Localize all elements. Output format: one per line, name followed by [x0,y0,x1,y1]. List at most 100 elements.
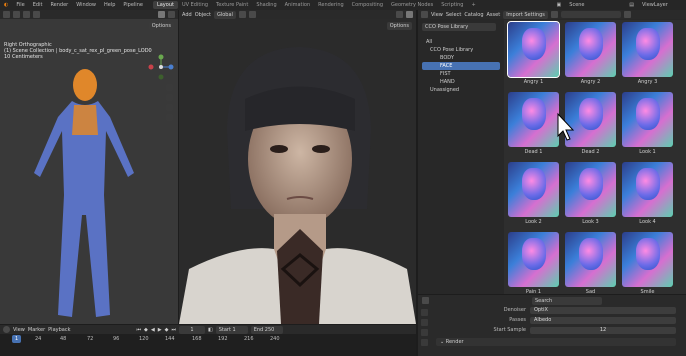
zoom-icon[interactable] [166,84,173,91]
jump-end-icon[interactable]: ⏭ [171,327,176,333]
grid-icon[interactable] [166,114,173,121]
transform-orientation-dropdown[interactable]: Global [213,10,236,19]
tab-rendering[interactable]: Rendering [314,1,348,9]
pose-preview-image [622,92,673,147]
left-viewport[interactable]: Options Right Orthographic (1) Scene Col… [0,10,178,324]
tab-animation[interactable]: Animation [281,1,315,9]
menu-window[interactable]: Window [72,2,100,8]
tree-item-unassigned[interactable]: Unassigned [422,86,500,94]
select-box-icon[interactable] [13,11,20,18]
tab-geometry-nodes[interactable]: Geometry Nodes [387,1,437,9]
asset-thumbnail[interactable]: Dead 1 [508,92,559,159]
output-tab-icon[interactable] [421,319,428,326]
object-menu[interactable]: Object [195,12,211,18]
view-menu[interactable]: View [431,12,443,18]
tree-item-library[interactable]: CCO Pose Library [422,46,500,54]
filter-icon[interactable] [623,11,631,18]
asset-thumbnail[interactable]: Angry 1 [507,21,560,89]
catalog-menu[interactable]: Catalog [464,12,483,18]
tree-item-body[interactable]: BODY [422,54,500,62]
asset-thumbnail[interactable]: Sad [565,232,616,299]
snap-icon[interactable] [248,11,256,18]
overlay-icon[interactable] [33,11,40,18]
asset-thumbnail[interactable]: Look 2 [508,162,559,229]
refresh-icon[interactable] [550,11,558,18]
asset-thumbnail[interactable]: Look 1 [622,92,673,159]
asset-thumbnail[interactable]: Angry 2 [565,22,616,89]
asset-label: Look 4 [639,219,656,225]
camera-icon: ◧ [207,326,213,333]
asset-label: Angry 2 [580,79,601,85]
asset-thumbnail[interactable]: Angry 3 [622,22,673,89]
asset-menu[interactable]: Asset [487,12,501,18]
mode-icon[interactable] [3,11,10,18]
play-reverse-icon[interactable]: ◀ [151,327,155,333]
start-sample-field[interactable]: 12 [530,326,676,334]
scene-name[interactable]: Scene [565,2,625,8]
passes-row: Passes Albedo [440,316,676,324]
tree-item-face[interactable]: FACE [422,62,500,70]
jump-start-icon[interactable]: ⏮ [136,327,141,333]
library-dropdown[interactable]: CCO Pose Library [422,23,496,31]
shading-solid-icon[interactable] [158,11,165,18]
add-menu[interactable]: Add [182,12,192,18]
shading-material-icon[interactable] [168,11,175,18]
snap-icon[interactable] [23,11,30,18]
timeline-marker-menu[interactable]: Marker [28,327,45,333]
scene-tab-icon[interactable] [421,339,428,346]
tab-shading[interactable]: Shading [252,1,280,9]
render-panel-label: Render [445,339,464,345]
editor-type-icon[interactable] [421,11,428,18]
add-workspace-button[interactable]: + [467,1,479,9]
menu-file[interactable]: File [12,2,28,8]
timeline-playback-menu[interactable]: Playback [48,327,70,333]
shading-solid-icon[interactable] [396,11,403,18]
left-options-button[interactable]: Options [148,22,174,30]
camera-icon[interactable] [166,104,173,111]
current-frame-field[interactable]: 1 [178,325,205,334]
end-frame-field[interactable]: End 250 [250,325,283,334]
menu-render[interactable]: Render [46,2,72,8]
timeline-view-menu[interactable]: View [13,327,25,333]
tree-item-fist[interactable]: FIST [422,70,500,78]
center-options-button[interactable]: Options [386,22,412,30]
render-panel-header[interactable]: ⌄ Render [436,338,676,346]
tab-uv-editing[interactable]: UV Editing [178,1,212,9]
tree-item-all[interactable]: All [422,38,500,46]
select-menu[interactable]: Select [446,12,461,18]
view-layer-tab-icon[interactable] [421,329,428,336]
frame-tick: 216 [244,336,254,342]
asset-thumbnail[interactable]: Pain 1 [508,232,559,299]
import-settings-dropdown[interactable]: Import Settings [503,10,548,19]
tab-scripting[interactable]: Scripting [437,1,467,9]
asset-thumbnail[interactable]: Look 3 [565,162,616,229]
tree-item-hand[interactable]: HAND [422,78,500,86]
menu-edit[interactable]: Edit [29,2,47,8]
asset-thumbnail[interactable]: Smile [622,232,673,299]
denoiser-dropdown[interactable]: OptiX [530,306,676,314]
properties-search-field[interactable]: Search [532,297,602,305]
asset-search-field[interactable] [560,11,621,18]
asset-thumbnail[interactable]: Look 4 [622,162,673,229]
menu-help[interactable]: Help [100,2,119,8]
play-icon[interactable]: ▶ [158,327,162,333]
menu-pipeline[interactable]: Pipeline [119,2,147,8]
frame-tick: 192 [218,336,228,342]
center-viewport[interactable]: Add Object Global Options [179,10,416,324]
timeline-editor-icon[interactable] [3,326,10,333]
properties-editor-icon[interactable] [422,297,429,304]
tab-compositing[interactable]: Compositing [348,1,387,9]
shading-rendered-icon[interactable] [406,11,413,18]
character-body-model[interactable] [10,65,160,325]
tab-texture-paint[interactable]: Texture Paint [212,1,252,9]
prev-keyframe-icon[interactable]: ◆ [144,327,148,333]
next-keyframe-icon[interactable]: ◆ [165,327,169,333]
start-frame-field[interactable]: Start 1 [215,325,248,334]
render-tab-icon[interactable] [421,309,428,316]
pivot-icon[interactable] [238,11,246,18]
tab-layout[interactable]: Layout [152,1,178,9]
passes-dropdown[interactable]: Albedo [530,316,676,324]
pan-hand-icon[interactable] [166,94,173,101]
blender-logo-icon[interactable]: ◐ [0,2,12,8]
view-layer-name[interactable]: ViewLayer [638,2,686,8]
